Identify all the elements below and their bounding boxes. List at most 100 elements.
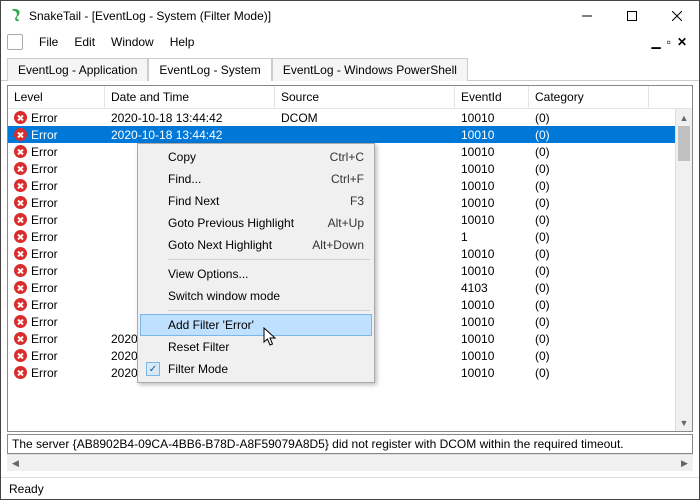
cell-level: Error: [31, 349, 58, 363]
column-header-level[interactable]: Level: [8, 86, 105, 108]
cell-eventid: 10010: [455, 315, 529, 329]
cell-category: (0): [529, 213, 649, 227]
close-button[interactable]: [654, 1, 699, 31]
cell-category: (0): [529, 298, 649, 312]
menu-separator: [168, 310, 370, 311]
error-icon: [14, 247, 27, 260]
menu-item-label: Goto Next Highlight: [168, 238, 312, 252]
mdi-minimize-icon[interactable]: ▁: [651, 35, 660, 49]
column-header-source[interactable]: Source: [275, 86, 455, 108]
cell-category: (0): [529, 366, 649, 380]
cell-category: (0): [529, 196, 649, 210]
context-menu-item[interactable]: Goto Previous HighlightAlt+Up: [140, 212, 372, 234]
status-text: Ready: [9, 482, 44, 496]
context-menu-item[interactable]: ✓Filter Mode: [140, 358, 372, 380]
cell-eventid: 10010: [455, 179, 529, 193]
cell-category: (0): [529, 111, 649, 125]
menu-window[interactable]: Window: [103, 33, 162, 51]
menu-edit[interactable]: Edit: [66, 33, 103, 51]
cell-level: Error: [31, 298, 58, 312]
tab[interactable]: EventLog - Windows PowerShell: [272, 58, 468, 81]
menu-item-label: Switch window mode: [168, 289, 364, 303]
scroll-thumb[interactable]: [678, 126, 690, 161]
context-menu-item[interactable]: Find NextF3: [140, 190, 372, 212]
context-menu-item[interactable]: Switch window mode: [140, 285, 372, 307]
cell-eventid: 10010: [455, 264, 529, 278]
menu-item-shortcut: F3: [350, 194, 364, 208]
error-icon: [14, 196, 27, 209]
cell-category: (0): [529, 332, 649, 346]
menu-item-shortcut: Alt+Down: [312, 238, 364, 252]
cell-eventid: 10010: [455, 349, 529, 363]
error-icon: [14, 179, 27, 192]
context-menu: CopyCtrl+CFind...Ctrl+FFind NextF3Goto P…: [137, 143, 375, 383]
column-header-datetime[interactable]: Date and Time: [105, 86, 275, 108]
error-icon: [14, 332, 27, 345]
table-row[interactable]: Error2020-10-18 13:44:42DCOM10010(0): [8, 109, 675, 126]
scroll-up-icon[interactable]: ▲: [676, 109, 692, 126]
new-doc-icon[interactable]: [7, 34, 23, 50]
tab[interactable]: EventLog - Application: [7, 58, 148, 81]
mdi-close-icon[interactable]: ✕: [677, 35, 687, 49]
detail-text: The server {AB8902B4-09CA-4BB6-B78D-A8F5…: [12, 437, 624, 451]
check-icon: ✓: [146, 362, 160, 376]
cell-category: (0): [529, 349, 649, 363]
menu-item-label: View Options...: [168, 267, 364, 281]
error-icon: [14, 111, 27, 124]
error-icon: [14, 128, 27, 141]
status-bar: Ready: [1, 477, 699, 499]
context-menu-item[interactable]: Goto Next HighlightAlt+Down: [140, 234, 372, 256]
cell-eventid: 1: [455, 230, 529, 244]
cell-category: (0): [529, 162, 649, 176]
tab-strip: EventLog - ApplicationEventLog - SystemE…: [1, 53, 699, 81]
table-row[interactable]: Error2020-10-18 13:44:4210010(0): [8, 126, 675, 143]
horizontal-scrollbar[interactable]: ◀ ▶: [7, 454, 693, 471]
menu-item-label: Goto Previous Highlight: [168, 216, 328, 230]
cell-eventid: 10010: [455, 111, 529, 125]
minimize-button[interactable]: [564, 1, 609, 31]
error-icon: [14, 349, 27, 362]
error-icon: [14, 230, 27, 243]
cell-eventid: 10010: [455, 332, 529, 346]
menu-help[interactable]: Help: [162, 33, 203, 51]
scroll-down-icon[interactable]: ▼: [676, 414, 692, 431]
cell-category: (0): [529, 230, 649, 244]
grid-header: Level Date and Time Source EventId Categ…: [8, 86, 692, 109]
window-title: SnakeTail - [EventLog - System (Filter M…: [29, 9, 564, 23]
cell-datetime: 2020-10-18 13:44:42: [105, 111, 275, 125]
cell-datetime: 2020-10-18 13:44:42: [105, 128, 275, 142]
mdi-restore-icon[interactable]: ▫: [667, 35, 671, 49]
context-menu-item[interactable]: View Options...: [140, 263, 372, 285]
menu-bar: FileEditWindowHelp ▁ ▫ ✕: [1, 31, 699, 53]
scroll-left-icon[interactable]: ◀: [7, 458, 24, 469]
error-icon: [14, 281, 27, 294]
scroll-right-icon[interactable]: ▶: [676, 458, 693, 469]
cell-level: Error: [31, 366, 58, 380]
cell-level: Error: [31, 247, 58, 261]
context-menu-item[interactable]: Add Filter 'Error': [140, 314, 372, 336]
context-menu-item[interactable]: CopyCtrl+C: [140, 146, 372, 168]
cell-level: Error: [31, 196, 58, 210]
cell-level: Error: [31, 128, 58, 142]
cell-level: Error: [31, 111, 58, 125]
context-menu-item[interactable]: Find...Ctrl+F: [140, 168, 372, 190]
maximize-button[interactable]: [609, 1, 654, 31]
menu-item-label: Reset Filter: [168, 340, 364, 354]
window-controls: [564, 1, 699, 31]
context-menu-item[interactable]: Reset Filter: [140, 336, 372, 358]
cell-category: (0): [529, 281, 649, 295]
cell-category: (0): [529, 145, 649, 159]
cell-eventid: 10010: [455, 145, 529, 159]
vertical-scrollbar[interactable]: ▲ ▼: [675, 109, 692, 431]
tab[interactable]: EventLog - System: [148, 58, 271, 81]
menu-file[interactable]: File: [31, 33, 66, 51]
error-icon: [14, 145, 27, 158]
cell-level: Error: [31, 281, 58, 295]
error-icon: [14, 264, 27, 277]
cell-eventid: 10010: [455, 247, 529, 261]
cell-level: Error: [31, 162, 58, 176]
column-header-category[interactable]: Category: [529, 86, 649, 108]
cell-level: Error: [31, 332, 58, 346]
cell-category: (0): [529, 128, 649, 142]
column-header-eventid[interactable]: EventId: [455, 86, 529, 108]
